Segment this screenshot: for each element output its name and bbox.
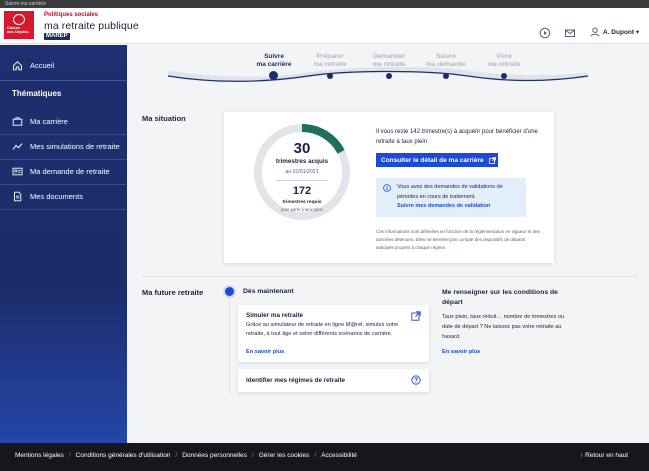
step-dot-active <box>269 71 278 80</box>
chart-line-icon <box>12 143 23 150</box>
home-icon <box>13 61 22 71</box>
step-vivre-retraite[interactable]: Vivre ma retraite <box>474 53 534 69</box>
play-circle-icon[interactable] <box>539 27 551 39</box>
sidebar-item-label: Mes documents <box>30 192 83 201</box>
sidebar-item-label: Accueil <box>30 61 55 70</box>
sidebar-item-documents[interactable]: Mes documents <box>0 184 127 209</box>
card-description: Grâce au simulateur de retraite en ligne… <box>246 322 399 338</box>
simulate-retirement-card[interactable]: Simuler ma retraite Grâce au simulateur … <box>238 305 429 362</box>
info-text: Vous avez des demandes de validations de… <box>397 184 503 200</box>
footer-separator: / <box>314 452 317 459</box>
required-sub: pour partir à taux plein <box>281 207 323 212</box>
window-title: Suivre ma carrière <box>5 1 46 7</box>
acquired-date: au 01/01/2021 <box>285 169 319 175</box>
conditions-title: Me renseigner sur les conditions de dépa… <box>442 289 558 306</box>
section-title-situation: Ma situation <box>142 114 186 123</box>
required-count: 172 <box>292 185 312 197</box>
sidebar-item-label: Ma demande de retraite <box>30 167 110 176</box>
sidebar: Accueil Thématiques Ma carrière Mes simu… <box>0 45 127 443</box>
section-title-future: Ma future retraite <box>142 288 204 297</box>
card-title: Simuler ma retraite <box>246 312 304 319</box>
process-stepper: Suivre ma carrière Préparer ma retraite … <box>128 45 649 101</box>
conditions-description: Taux plein, taux réduit… nombre de trime… <box>442 314 565 340</box>
document-icon <box>14 191 22 202</box>
site-header: Caisse des Dépôts Politiques sociales ma… <box>0 8 649 44</box>
step-demander-retraite[interactable]: Demander ma retraite <box>359 53 419 69</box>
info-box-validation: Vous avez des demandes de validations de… <box>376 178 526 217</box>
sidebar-item-demande-retraite[interactable]: Ma demande de retraite <box>0 159 127 184</box>
timeline-dot <box>225 287 234 296</box>
caisse-des-depots-logo[interactable]: Caisse des Dépôts <box>4 11 34 39</box>
remaining-quarters-text: Il vous reste 142 trimestre(s) à acquéri… <box>376 129 538 145</box>
site-footer: Mentions légales / Conditions générales … <box>0 443 649 471</box>
logo-line2: des Dépôts <box>7 29 29 35</box>
sidebar-divider <box>0 209 127 210</box>
footer-links: Mentions légales / Conditions générales … <box>15 452 357 459</box>
acquired-label: trimestres acquis <box>275 158 329 165</box>
step-suivre-demande[interactable]: Suivre ma demande <box>416 53 476 69</box>
identify-regimes-card[interactable]: Identifier mes régimes de retraite <box>238 369 429 392</box>
sidebar-item-label: Ma carrière <box>30 117 68 126</box>
track-validation-link[interactable]: Suivre mes demandes de validation <box>397 202 522 212</box>
brand-main[interactable]: ma retraite publique <box>44 20 139 32</box>
step-preparer-retraite[interactable]: Préparer ma retraite <box>300 53 360 69</box>
footer-link-cgu[interactable]: Conditions générales d'utilisation <box>76 452 171 459</box>
acquired-count: 30 <box>293 140 311 157</box>
user-name: A. Dupont <box>603 29 635 36</box>
situation-card: 30 trimestres acquis au 01/01/2021 172 t… <box>224 112 554 263</box>
footer-link-cookies[interactable]: Gérer les cookies <box>259 452 310 459</box>
conditions-learn-more-link[interactable]: En savoir plus <box>442 349 480 355</box>
footer-link-accessibilite[interactable]: Accessibilité <box>321 452 357 459</box>
window-title-bar: Suivre ma carrière <box>0 0 649 8</box>
external-link-icon <box>488 156 496 164</box>
timeline-line <box>229 298 230 394</box>
mail-icon[interactable] <box>564 27 576 39</box>
career-detail-button[interactable]: Consulter le détail de ma carrière <box>376 153 498 167</box>
sidebar-section-title: Thématiques <box>12 89 62 98</box>
footer-link-donnees[interactable]: Données personnelles <box>182 452 247 459</box>
sidebar-item-ma-carriere[interactable]: Ma carrière <box>0 109 127 134</box>
back-to-top-link[interactable]: ↑ Retour en haut <box>580 452 628 459</box>
required-label: trimestres requis <box>282 200 322 205</box>
section-divider <box>142 276 637 277</box>
footer-separator: / <box>175 452 178 459</box>
footer-separator: / <box>68 452 71 459</box>
sidebar-item-simulations[interactable]: Mes simulations de retraite <box>0 134 127 159</box>
step-dot <box>327 73 333 79</box>
step-dot <box>443 73 449 79</box>
external-link-icon[interactable] <box>411 311 421 321</box>
info-icon <box>383 184 391 192</box>
chevron-down-icon: ▾ <box>635 29 640 36</box>
disclaimer: Ces informations sont délivrées en fonct… <box>376 229 540 250</box>
step-dot <box>386 73 392 79</box>
user-icon[interactable] <box>589 26 601 38</box>
learn-more-link[interactable]: En savoir plus <box>246 349 284 355</box>
gauge-separator <box>276 180 328 181</box>
briefcase-icon <box>12 117 23 126</box>
footer-separator: / <box>251 452 254 459</box>
user-menu[interactable]: A. Dupont ▾ <box>603 28 639 36</box>
step-dot <box>501 73 507 79</box>
brand-top: Politiques sociales <box>44 12 99 18</box>
id-card-icon <box>12 167 23 176</box>
timeline-label: Dès maintenant <box>243 288 294 295</box>
sidebar-item-label: Mes simulations de retraite <box>30 142 120 151</box>
sidebar-item-home[interactable]: Accueil <box>0 51 127 81</box>
brand-sub: MAREP <box>44 33 70 40</box>
footer-link-mentions[interactable]: Mentions légales <box>15 452 64 459</box>
card-title: Identifier mes régimes de retraite <box>246 377 346 384</box>
step-suivre-carriere[interactable]: Suivre ma carrière <box>244 53 304 69</box>
help-icon[interactable] <box>411 375 421 385</box>
logo-ring-icon <box>13 14 25 25</box>
